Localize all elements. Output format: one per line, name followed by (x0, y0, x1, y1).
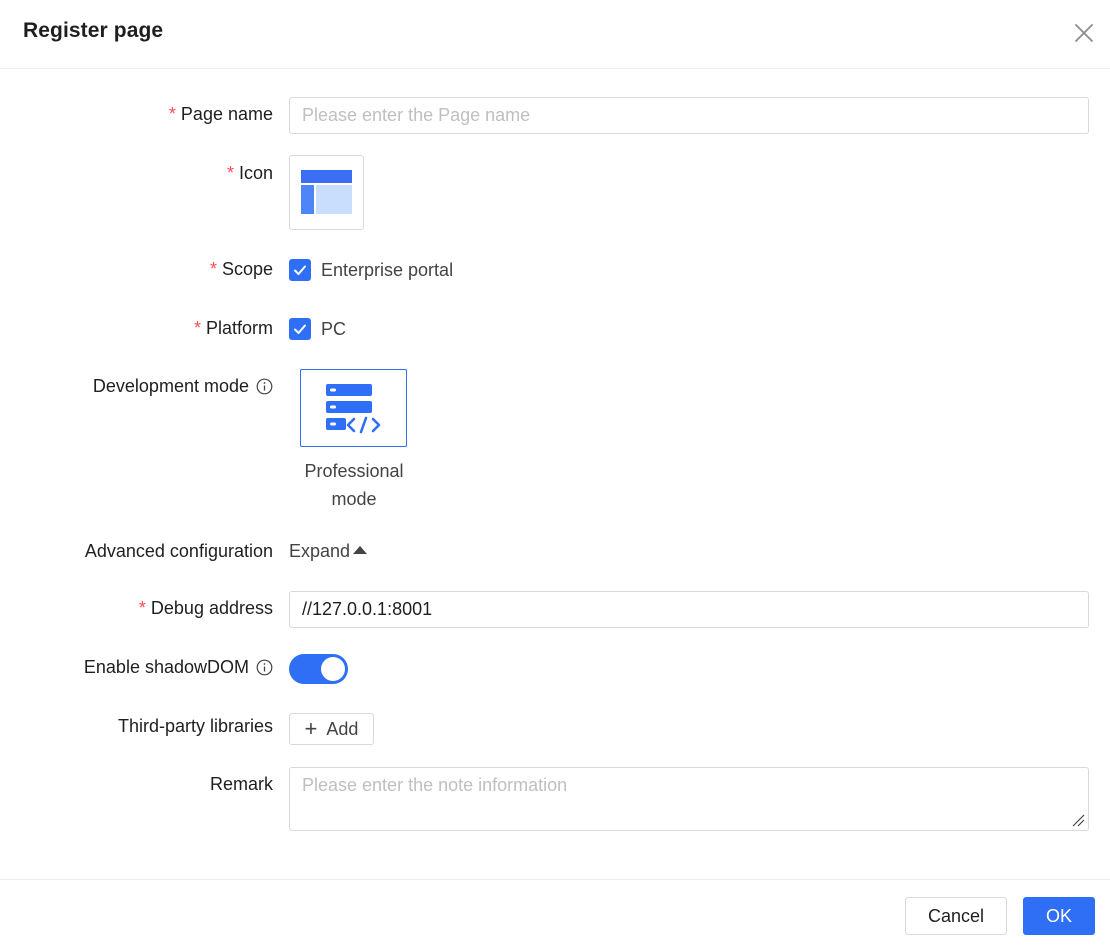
info-circle-icon[interactable] (256, 378, 273, 395)
development-mode-label-text: Development mode (92, 376, 249, 396)
checkbox-checked[interactable] (289, 259, 311, 281)
required-mark: * (138, 598, 146, 618)
professional-mode-label-line2: mode (331, 489, 377, 509)
add-library-button[interactable]: + Add (289, 713, 374, 745)
ok-button[interactable]: OK (1023, 897, 1095, 935)
debug-address-label: * Debug address (139, 598, 273, 619)
scope-enterprise-portal-checkbox[interactable]: Enterprise portal (289, 259, 453, 281)
scope-option-label: Enterprise portal (321, 259, 454, 280)
remark-textarea[interactable] (289, 767, 1089, 831)
debug-address-input[interactable] (289, 591, 1089, 628)
debug-address-label-text: Debug address (150, 598, 273, 618)
close-icon[interactable] (1072, 21, 1096, 45)
register-page-dialog: Register page * Page name * Icon * Scope… (0, 0, 1110, 948)
page-name-input[interactable] (289, 97, 1089, 134)
switch-knob (321, 657, 345, 681)
development-mode-label: Development mode (93, 376, 273, 397)
icon-picker[interactable] (289, 155, 364, 230)
icon-label: * Icon (227, 163, 273, 184)
advanced-configuration-label: Advanced configuration (85, 541, 273, 562)
shadow-dom-label: Enable shadowDOM (84, 657, 273, 678)
expand-text: Expand (289, 541, 351, 561)
platform-label: * Platform (194, 318, 273, 339)
scope-label-text: Scope (221, 259, 273, 279)
page-layout-icon (301, 170, 352, 214)
caret-up-icon (353, 545, 368, 554)
scope-label: * Scope (210, 259, 273, 280)
check-icon (294, 265, 306, 275)
plus-icon: + (304, 716, 318, 741)
third-party-libraries-label-text: Third-party libraries (117, 716, 273, 736)
checkbox-checked[interactable] (289, 318, 311, 340)
advanced-configuration-label-text: Advanced configuration (84, 541, 273, 561)
code-server-icon (326, 384, 381, 434)
add-library-button-label: Add (326, 718, 359, 739)
shadow-dom-switch[interactable] (289, 654, 348, 684)
professional-mode-label: Professional mode (290, 457, 418, 513)
page-name-label: * Page name (169, 104, 273, 125)
dialog-title: Register page (23, 19, 164, 42)
third-party-libraries-label: Third-party libraries (118, 716, 273, 737)
advanced-expand-toggle[interactable]: Expand (289, 541, 368, 562)
professional-mode-card[interactable] (300, 369, 407, 447)
required-mark: * (209, 259, 217, 279)
icon-label-text: Icon (238, 163, 273, 183)
platform-pc-checkbox[interactable]: PC (289, 318, 346, 340)
platform-label-text: Platform (205, 318, 273, 338)
required-mark: * (226, 163, 234, 183)
remark-label-text: Remark (209, 774, 273, 794)
info-circle-icon[interactable] (256, 659, 273, 676)
platform-option-label: PC (321, 318, 347, 339)
required-mark: * (193, 318, 201, 338)
dialog-header: Register page (0, 0, 1110, 69)
remark-label: Remark (210, 774, 273, 795)
page-name-label-text: Page name (180, 104, 273, 124)
cancel-button[interactable]: Cancel (905, 897, 1007, 935)
professional-mode-label-line1: Professional (304, 461, 404, 481)
required-mark: * (168, 104, 176, 124)
shadow-dom-label-text: Enable shadowDOM (83, 657, 249, 677)
check-icon (294, 324, 306, 334)
